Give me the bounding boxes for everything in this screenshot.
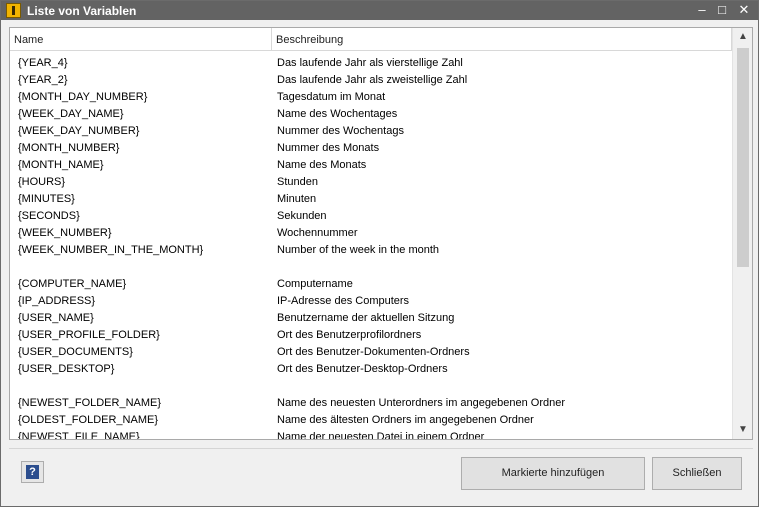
list-item[interactable]: {USER_PROFILE_FOLDER} Ort des Benutzerpro… <box>10 327 732 344</box>
list-item[interactable]: {WEEK_DAY_NAME} Name des Wochentages <box>10 106 732 123</box>
variable-name: {COMPUTER_NAME} <box>18 278 127 290</box>
variable-name: {SECONDS} <box>18 210 80 222</box>
variable-description: Sekunden <box>277 210 327 222</box>
scroll-down-icon[interactable]: ▼ <box>733 421 752 439</box>
variable-name: {HOURS} <box>18 176 66 188</box>
variable-name: {USER_DESKTOP} <box>18 363 115 375</box>
variable-name: {WEEK_DAY_NAME} <box>18 108 124 120</box>
minimize-button[interactable]: – <box>692 1 712 20</box>
list-item[interactable] <box>10 378 732 395</box>
variable-description: Ort des Benutzerprofilordners <box>277 329 422 341</box>
list-item[interactable]: {USER_NAME} Benutzername der aktuellen Si… <box>10 310 732 327</box>
variable-name: {USER_DOCUMENTS} <box>18 346 133 358</box>
help-button[interactable]: ? <box>21 461 44 483</box>
column-header-description[interactable]: Beschreibung <box>272 28 732 50</box>
list-item[interactable]: {NEWEST_FILE_NAME} Name der neuesten Date… <box>10 429 732 440</box>
close-window-button[interactable]: ✕ <box>734 1 754 20</box>
variable-description: Ort des Benutzer-Dokumenten-Ordners <box>277 346 470 358</box>
variable-description: Minuten <box>277 193 317 205</box>
list-item[interactable]: {HOURS} Stunden <box>10 174 732 191</box>
variable-description: Tagesdatum im Monat <box>277 91 386 103</box>
list-item[interactable]: {USER_DOCUMENTS} Ort des Benutzer-Dokumen… <box>10 344 732 361</box>
add-selected-button[interactable]: Markierte hinzufügen <box>461 457 645 490</box>
variable-description: Number of the week in the month <box>277 244 440 256</box>
variable-name: {MONTH_DAY_NUMBER} <box>18 91 148 103</box>
variable-name: {MINUTES} <box>18 193 75 205</box>
maximize-button[interactable]: □ <box>712 1 732 20</box>
variable-description: Nummer des Monats <box>277 142 380 154</box>
variable-description: Das laufende Jahr als vierstellige Zahl <box>277 57 463 69</box>
list-item[interactable]: {YEAR_4} Das laufende Jahr als vierstelli… <box>10 55 732 72</box>
variable-description: IP-Adresse des Computers <box>277 295 410 307</box>
variable-name: {WEEK_NUMBER_IN_THE_MONTH} <box>18 244 204 256</box>
variable-description: Das laufende Jahr als zweistellige Zahl <box>277 74 468 86</box>
variable-name: {YEAR_4} <box>18 57 68 69</box>
list-item[interactable]: {MONTH_DAY_NUMBER} Tagesdatum im Monat <box>10 89 732 106</box>
variable-name: {USER_NAME} <box>18 312 94 324</box>
list-item[interactable]: {MONTH_NUMBER} Nummer des Monats <box>10 140 732 157</box>
list-item[interactable]: {IP_ADDRESS} IP-Adresse des Computers <box>10 293 732 310</box>
list-item[interactable] <box>10 259 732 276</box>
variable-description: Name des ältesten Ordners im angegebenen… <box>277 414 534 426</box>
list-item[interactable]: {YEAR_2} Das laufende Jahr als zweistelli… <box>10 72 732 89</box>
footer-divider <box>9 448 753 449</box>
variable-description: Benutzername der aktuellen Sitzung <box>277 312 455 324</box>
variables-dialog: Liste von Variablen – □ ✕ Name Beschreib… <box>0 0 759 507</box>
list-item[interactable]: {COMPUTER_NAME} Computername <box>10 276 732 293</box>
variable-name: {OLDEST_FOLDER_NAME} <box>18 414 158 426</box>
variable-name: {WEEK_NUMBER} <box>18 227 112 239</box>
variables-list[interactable]: Name Beschreibung {YEAR_4} Das laufende J… <box>9 27 753 440</box>
list-item[interactable]: {SECONDS} Sekunden <box>10 208 732 225</box>
variable-name: {NEWEST_FOLDER_NAME} <box>18 397 162 409</box>
variable-name: {MONTH_NAME} <box>18 159 104 171</box>
close-button[interactable]: Schließen <box>652 457 742 490</box>
variable-name: {MONTH_NUMBER} <box>18 142 120 154</box>
variable-description: Stunden <box>277 176 318 188</box>
variable-description: Name der neuesten Datei in einem Ordner <box>277 431 485 440</box>
variable-description: Ort des Benutzer-Desktop-Ordners <box>277 363 448 375</box>
variable-name: {YEAR_2} <box>18 74 68 86</box>
list-item[interactable]: {MINUTES} Minuten <box>10 191 732 208</box>
list-header: Name Beschreibung <box>10 28 732 51</box>
vertical-scrollbar[interactable]: ▲ ▼ <box>732 28 752 439</box>
list-item[interactable]: {WEEK_NUMBER} Wochennummer <box>10 225 732 242</box>
variable-description: Name des neuesten Unterordners im angege… <box>277 397 566 409</box>
variable-name: {USER_PROFILE_FOLDER} <box>18 329 160 341</box>
scroll-up-icon[interactable]: ▲ <box>733 28 752 46</box>
variable-name: {WEEK_DAY_NUMBER} <box>18 125 140 137</box>
scrollbar-thumb[interactable] <box>737 48 749 267</box>
variable-description: Computername <box>277 278 353 290</box>
variable-name: {IP_ADDRESS} <box>18 295 96 307</box>
app-icon <box>6 3 21 18</box>
variable-description: Wochennummer <box>277 227 358 239</box>
title-bar[interactable]: Liste von Variablen – □ ✕ <box>1 1 758 20</box>
variable-description: Name des Wochentages <box>277 108 398 120</box>
list-item[interactable]: {WEEK_DAY_NUMBER} Nummer des Wochentags <box>10 123 732 140</box>
list-rows: {YEAR_4} Das laufende Jahr als vierstelli… <box>10 55 732 440</box>
list-item[interactable]: {WEEK_NUMBER_IN_THE_MONTH} Number of the … <box>10 242 732 259</box>
window-title: Liste von Variablen <box>27 4 137 18</box>
list-item[interactable]: {USER_DESKTOP} Ort des Benutzer-Desktop-O… <box>10 361 732 378</box>
variable-name: {NEWEST_FILE_NAME} <box>18 431 140 440</box>
list-item[interactable]: {MONTH_NAME} Name des Monats <box>10 157 732 174</box>
help-icon: ? <box>26 465 39 479</box>
variable-description: Name des Monats <box>277 159 367 171</box>
variable-description: Nummer des Wochentags <box>277 125 404 137</box>
list-item[interactable]: {NEWEST_FOLDER_NAME} Name des neuesten Un… <box>10 395 732 412</box>
column-header-name[interactable]: Name <box>10 28 272 50</box>
list-item[interactable]: {OLDEST_FOLDER_NAME} Name des ältesten Or… <box>10 412 732 429</box>
